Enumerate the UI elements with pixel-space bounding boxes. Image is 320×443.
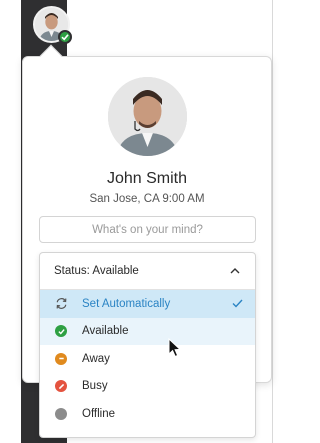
busy-icon (54, 379, 68, 393)
status-option-label: Away (82, 352, 110, 365)
mouse-cursor-icon (168, 338, 182, 358)
profile-location-time: San Jose, CA 9:00 AM (89, 193, 205, 205)
status-option-set-automatically[interactable]: Set Automatically (40, 290, 255, 318)
status-options-list: Set Automatically Available Away Busy Of… (40, 290, 255, 428)
status-option-label: Set Automatically (82, 297, 171, 310)
status-option-label: Available (82, 325, 129, 338)
status-current-label: Status: Available (54, 265, 139, 277)
away-icon (54, 352, 68, 366)
profile-name: John Smith (106, 170, 188, 187)
status-option-busy[interactable]: Busy (40, 373, 255, 401)
status-message-input[interactable] (39, 216, 256, 243)
status-option-available[interactable]: Available (40, 317, 255, 345)
status-option-label: Offline (82, 407, 116, 420)
user-avatar-button[interactable] (33, 6, 72, 44)
status-option-away[interactable]: Away (40, 345, 255, 373)
page-edge (272, 0, 273, 443)
profile-photo (108, 77, 187, 156)
sync-icon (54, 297, 68, 311)
status-option-offline[interactable]: Offline (40, 400, 255, 428)
offline-icon (54, 407, 68, 421)
checkmark-icon (232, 299, 243, 308)
presence-badge (58, 30, 72, 44)
available-icon (54, 324, 68, 338)
chevron-up-icon (230, 268, 240, 274)
status-option-label: Busy (82, 380, 108, 393)
status-dropdown: Status: Available Set Automatically Avai… (39, 252, 256, 438)
stage: John Smith San Jose, CA 9:00 AM Status: … (0, 0, 288, 443)
status-dropdown-header[interactable]: Status: Available (40, 253, 255, 290)
person-photo-icon (108, 77, 187, 156)
checkmark-icon (61, 34, 69, 41)
